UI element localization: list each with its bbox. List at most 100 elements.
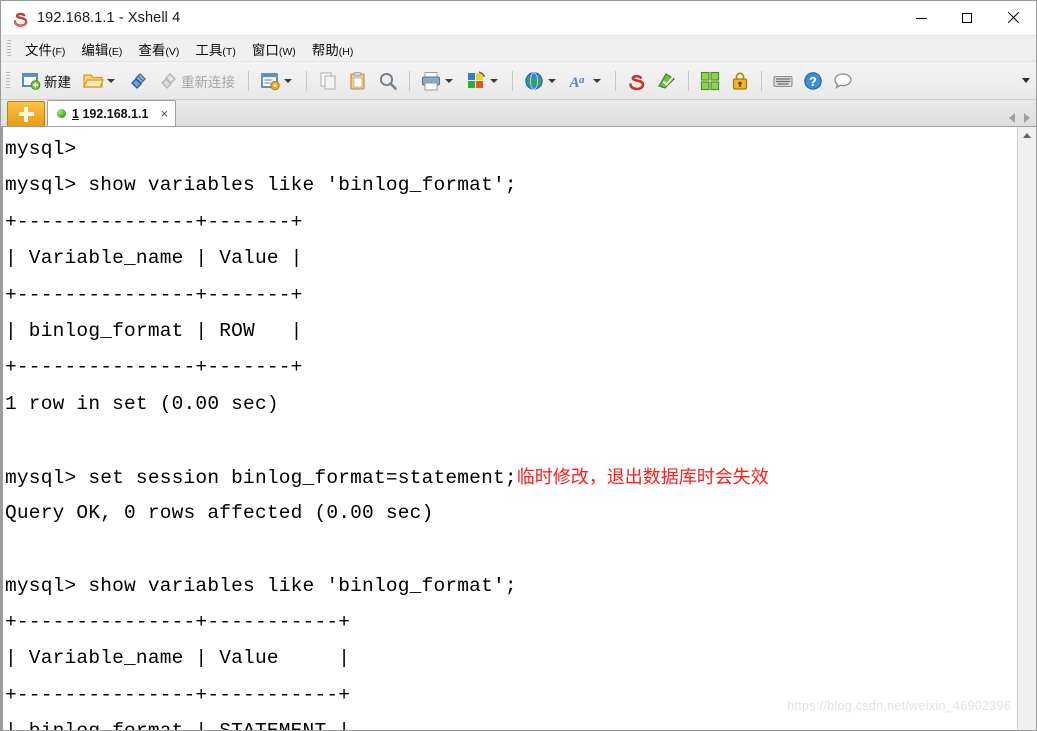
- terminal-line: | binlog_format | STATEMENT |: [5, 713, 1017, 730]
- toolbar-overflow-icon[interactable]: [1022, 78, 1030, 83]
- svg-text:A: A: [569, 75, 580, 91]
- menu-item-tools[interactable]: 工具(T): [187, 37, 243, 61]
- watermark-text: https://blog.csdn.net/weixin_46902396: [787, 699, 1011, 713]
- minimize-button[interactable]: [898, 1, 944, 35]
- find-button[interactable]: [373, 66, 403, 96]
- svg-text:?: ?: [809, 75, 817, 89]
- terminal-line: +---------------+-------+: [5, 210, 303, 233]
- window-title: 192.168.1.1 - Xshell 4: [37, 10, 181, 26]
- annotation-note: 临时修改，退出数据库时会失效: [516, 466, 769, 487]
- menu-item-edit[interactable]: 编辑(E): [73, 37, 130, 61]
- chevron-down-icon[interactable]: [445, 78, 453, 83]
- color-scheme-button[interactable]: [461, 66, 506, 96]
- tab-session-1[interactable]: 1 192.168.1.1 ×: [47, 100, 177, 126]
- terminal-area: mysql> mysql> show variables like 'binlo…: [1, 127, 1036, 730]
- toolbar-grip-handle[interactable]: [6, 71, 10, 90]
- xshell-logo-icon: [11, 9, 30, 28]
- window-controls: [898, 1, 1036, 35]
- session-properties-icon: [259, 70, 281, 92]
- tab-index: 1: [72, 106, 79, 121]
- menu-item-view[interactable]: 查看(V): [130, 37, 187, 61]
- tab-scroll-left-icon[interactable]: [1009, 113, 1015, 123]
- minimize-icon: [915, 17, 927, 19]
- session-properties-button[interactable]: [255, 66, 300, 96]
- xftp-icon: [656, 70, 678, 92]
- menu-bar: 文件(F) 编辑(E) 查看(V) 工具(T) 窗口(W) 帮助(H): [1, 36, 1036, 62]
- menu-label: 窗口: [251, 42, 279, 58]
- close-button[interactable]: [990, 1, 1036, 35]
- xshell-button[interactable]: [622, 66, 652, 96]
- menu-label: 编辑: [81, 42, 109, 58]
- menu-mnemonic: (W): [278, 45, 296, 58]
- new-session-button[interactable]: 新建: [16, 66, 78, 96]
- chevron-down-icon[interactable]: [107, 78, 115, 83]
- reconnect-label: 重新连接: [181, 74, 235, 90]
- scrollbar-track[interactable]: [1018, 144, 1036, 730]
- menu-label: 查看: [138, 42, 166, 58]
- toolbar-separator: [248, 70, 249, 91]
- font-icon: A a: [568, 70, 590, 92]
- menu-mnemonic: (V): [165, 45, 180, 58]
- terminal-output[interactable]: mysql> mysql> show variables like 'binlo…: [1, 127, 1017, 730]
- toolbar-separator: [306, 70, 307, 91]
- menu-grip-handle[interactable]: [7, 39, 11, 58]
- svg-text:a: a: [579, 74, 585, 86]
- chat-button[interactable]: [828, 66, 858, 96]
- xshell-icon: [626, 70, 648, 92]
- connect-icon: [127, 70, 149, 92]
- tab-bar: 1 192.168.1.1 ×: [1, 100, 1036, 127]
- scroll-up-button[interactable]: [1018, 127, 1036, 144]
- arrange-windows-button[interactable]: [695, 66, 725, 96]
- terminal-line: | Variable_name | Value |: [5, 647, 351, 670]
- menu-item-help[interactable]: 帮助(H): [304, 37, 362, 61]
- tab-close-icon[interactable]: ×: [160, 107, 168, 120]
- help-icon: ?: [802, 70, 824, 92]
- terminal-line: | binlog_format | ROW |: [5, 319, 303, 342]
- menu-label: 帮助: [311, 42, 339, 58]
- chevron-down-icon[interactable]: [548, 78, 556, 83]
- menu-item-file[interactable]: 文件(F): [17, 37, 73, 61]
- reconnect-button[interactable]: 重新连接: [153, 66, 242, 96]
- paste-icon: [347, 70, 369, 92]
- chevron-down-icon[interactable]: [490, 78, 498, 83]
- paste-button[interactable]: [343, 66, 373, 96]
- new-session-icon: [20, 70, 42, 92]
- font-button[interactable]: A a: [564, 66, 609, 96]
- globe-icon: [523, 70, 545, 92]
- toolbar-separator: [688, 70, 689, 91]
- new-session-label: 新建: [44, 74, 71, 90]
- chevron-down-icon[interactable]: [284, 78, 292, 83]
- plus-icon: [24, 106, 28, 122]
- keyboard-button[interactable]: [768, 66, 798, 96]
- new-tab-button[interactable]: [7, 101, 45, 126]
- arrange-windows-icon: [699, 70, 721, 92]
- menu-label: 工具: [195, 42, 223, 58]
- terminal-line: mysql>: [5, 138, 77, 160]
- menu-item-window[interactable]: 窗口(W): [244, 37, 304, 61]
- copy-button[interactable]: [313, 66, 343, 96]
- menu-label: 文件: [25, 42, 52, 58]
- tab-nav: [1000, 113, 1036, 126]
- connect-button[interactable]: [123, 66, 153, 96]
- lock-button[interactable]: [725, 66, 755, 96]
- menu-mnemonic: (F): [52, 45, 66, 58]
- xftp-button[interactable]: [652, 66, 682, 96]
- terminal-line: Query OK, 0 rows affected (0.00 sec): [5, 501, 434, 524]
- color-scheme-icon: [465, 70, 487, 92]
- maximize-button[interactable]: [944, 1, 990, 35]
- help-button[interactable]: ?: [798, 66, 828, 96]
- connection-status-icon: [57, 109, 66, 118]
- open-session-button[interactable]: [78, 66, 123, 96]
- toolbar-separator: [761, 70, 762, 91]
- terminal-line: mysql> set session binlog_format=stateme…: [5, 459, 1017, 495]
- encoding-button[interactable]: [519, 66, 564, 96]
- tab-scroll-right-icon[interactable]: [1024, 113, 1030, 123]
- toolbar-separator: [615, 70, 616, 91]
- terminal-line: mysql> show variables like 'binlog_forma…: [5, 574, 517, 597]
- close-icon: [1007, 12, 1019, 24]
- chevron-down-icon[interactable]: [593, 78, 601, 83]
- menu-mnemonic: (E): [108, 45, 123, 58]
- vertical-scrollbar[interactable]: [1017, 127, 1036, 730]
- print-button[interactable]: [416, 66, 461, 96]
